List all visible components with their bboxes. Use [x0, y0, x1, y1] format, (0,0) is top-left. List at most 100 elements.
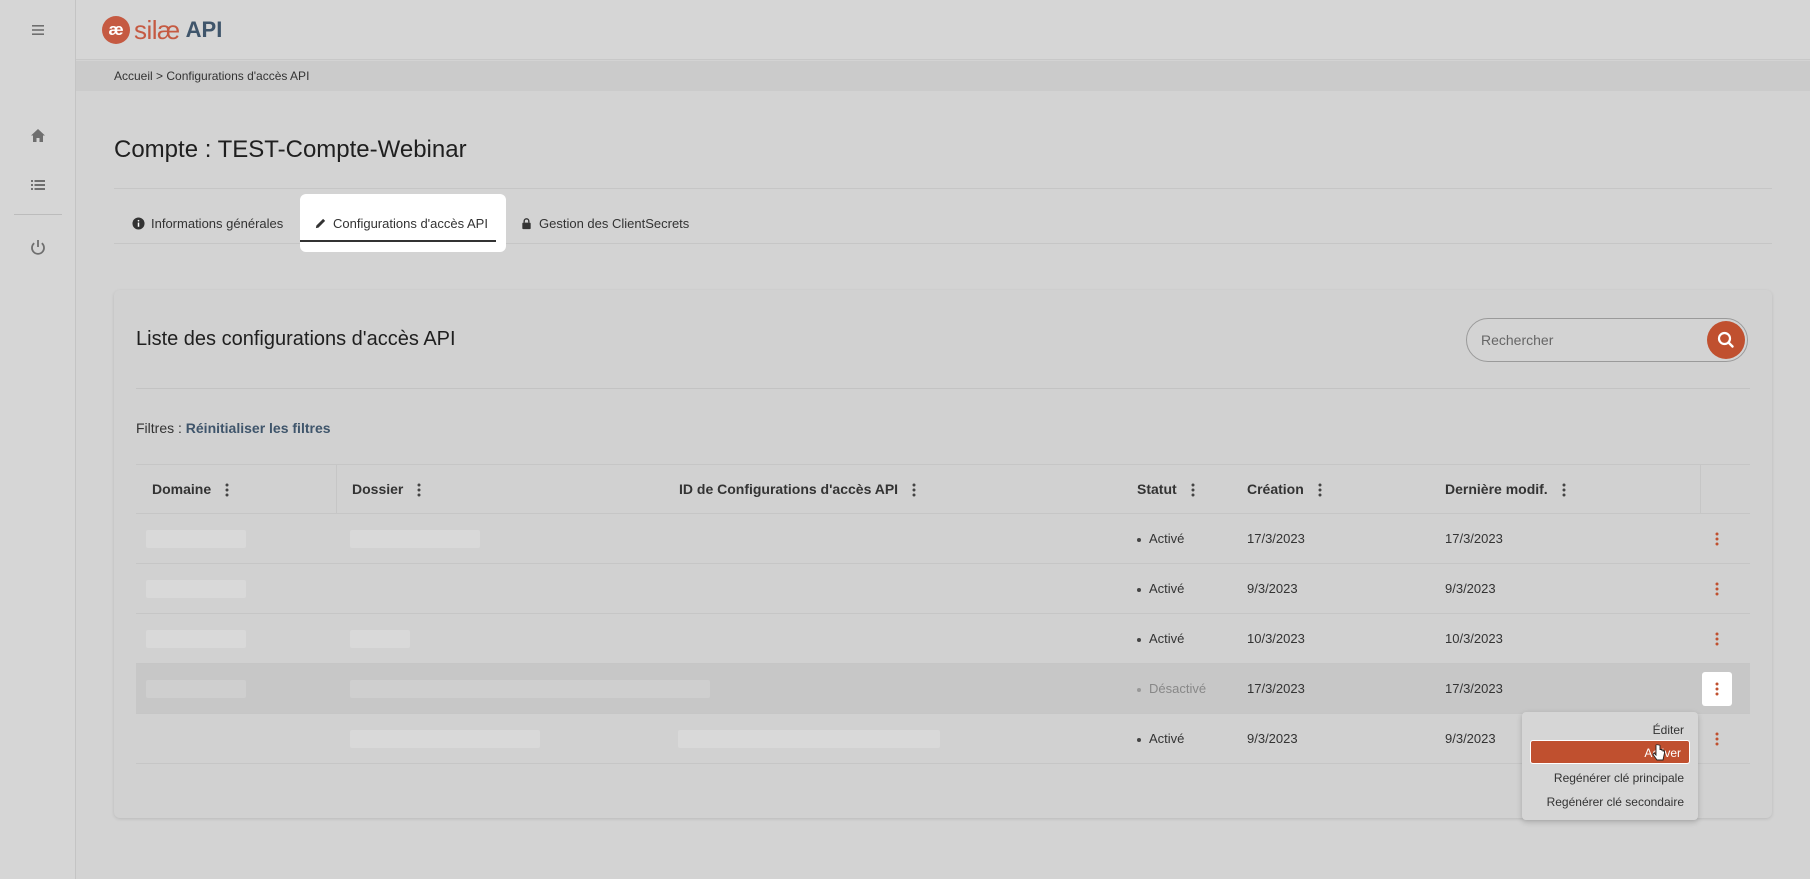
redacted-dossier — [350, 730, 540, 748]
modified-cell: 9/3/2023 — [1445, 731, 1496, 746]
kebab-icon — [1715, 732, 1719, 746]
modified-cell: 10/3/2023 — [1445, 631, 1503, 646]
lock-icon — [522, 217, 531, 229]
tab-informations-generales[interactable]: Informations générales — [118, 194, 297, 252]
status-text: Activé — [1149, 731, 1185, 746]
row-actions-button[interactable] — [1702, 622, 1732, 656]
divider — [114, 188, 1772, 189]
column-header-derniere-modif[interactable]: Dernière modif. — [1445, 465, 1566, 514]
rail-divider — [14, 214, 62, 215]
left-rail — [0, 0, 76, 879]
page-title: Compte : TEST-Compte-Webinar — [114, 136, 467, 163]
silae-api-logo[interactable]: æ silæ API — [102, 12, 222, 48]
kebab-icon — [1715, 532, 1719, 546]
status-dot — [1137, 537, 1141, 542]
column-separator — [1700, 465, 1701, 514]
row-actions-button[interactable] — [1702, 572, 1732, 606]
kebab-icon — [1715, 632, 1719, 646]
card-divider — [136, 388, 1750, 389]
top-bar: æ silæ API — [76, 0, 1810, 60]
column-separator[interactable] — [336, 465, 337, 514]
status-text: Activé — [1149, 581, 1185, 596]
redacted-domaine — [146, 580, 246, 598]
redacted-id — [678, 730, 940, 748]
created-cell: 9/3/2023 — [1247, 731, 1298, 746]
column-label: Domaine — [152, 481, 212, 497]
table-row[interactable]: Activé 10/3/2023 10/3/2023 — [136, 614, 1750, 664]
table-row[interactable]: Désactivé 17/3/2023 17/3/2023 — [136, 664, 1750, 714]
status-dot — [1137, 587, 1141, 592]
status-cell: Activé — [1137, 614, 1184, 663]
column-menu-icon[interactable] — [1562, 483, 1566, 497]
created-cell: 17/3/2023 — [1247, 531, 1305, 546]
logo-mark: æ — [102, 16, 130, 44]
column-header-creation[interactable]: Création — [1247, 465, 1322, 514]
redacted-domaine — [146, 680, 246, 698]
column-label: Dossier — [352, 481, 404, 497]
column-header-dossier[interactable]: Dossier — [352, 465, 421, 514]
mouse-cursor-icon — [1652, 744, 1665, 761]
row-actions-button[interactable] — [1702, 522, 1732, 556]
table-row[interactable]: Activé 17/3/2023 17/3/2023 — [136, 514, 1750, 564]
menu-item-activer[interactable]: Activer — [1530, 740, 1690, 764]
menu-icon[interactable] — [26, 18, 50, 42]
list-icon[interactable] — [26, 173, 50, 197]
breadcrumb-text[interactable]: Accueil > Configurations d'accès API — [114, 69, 309, 83]
modified-cell: 9/3/2023 — [1445, 581, 1496, 596]
tab-label: Informations générales — [151, 215, 284, 231]
filters-bar: Filtres : Réinitialiser les filtres — [136, 420, 331, 436]
card-title: Liste des configurations d'accès API — [136, 328, 456, 350]
logo-product: API — [185, 17, 223, 42]
status-dot — [1137, 737, 1141, 742]
power-icon[interactable] — [26, 235, 50, 259]
created-cell: 9/3/2023 — [1247, 581, 1298, 596]
row-actions-menu: Éditer Activer Regénérer clé principale … — [1522, 712, 1698, 820]
search-box — [1466, 318, 1748, 362]
search-input[interactable] — [1481, 329, 1681, 351]
tab-label: Configurations d'accès API — [333, 215, 488, 231]
logo-brand: silæ — [134, 14, 180, 45]
redacted-domaine — [146, 630, 246, 648]
info-icon — [132, 216, 145, 230]
redacted-dossier — [350, 630, 410, 648]
column-header-id[interactable]: ID de Configurations d'accès API — [679, 465, 916, 514]
status-text: Désactivé — [1149, 681, 1207, 696]
row-actions-button-open[interactable] — [1702, 672, 1732, 706]
created-cell: 17/3/2023 — [1247, 681, 1305, 696]
config-table: Domaine Dossier ID de Configurations d'a… — [136, 464, 1750, 764]
table-row[interactable]: Activé 9/3/2023 9/3/2023 — [136, 714, 1750, 764]
column-header-domaine[interactable]: Domaine — [152, 465, 229, 514]
redacted-dossier — [350, 530, 480, 548]
menu-item-regenerer-cle-secondaire[interactable]: Regénérer clé secondaire — [1524, 792, 1684, 812]
pencil-icon — [315, 218, 326, 228]
table-row[interactable]: Activé 9/3/2023 9/3/2023 — [136, 564, 1750, 614]
tab-configurations-acces-api[interactable]: Configurations d'accès API — [300, 194, 506, 252]
column-menu-icon[interactable] — [1318, 483, 1322, 497]
column-menu-icon[interactable] — [417, 483, 421, 497]
kebab-icon — [1715, 682, 1719, 696]
status-cell: Activé — [1137, 714, 1184, 763]
home-icon[interactable] — [26, 124, 50, 148]
tab-gestion-clientsecrets[interactable]: Gestion des ClientSecrets — [506, 194, 703, 252]
menu-item-regenerer-cle-principale[interactable]: Regénérer clé principale — [1524, 768, 1684, 788]
column-menu-icon[interactable] — [1191, 483, 1195, 497]
search-button[interactable] — [1707, 321, 1745, 359]
modified-cell: 17/3/2023 — [1445, 531, 1503, 546]
column-menu-icon[interactable] — [912, 483, 916, 497]
status-cell: Activé — [1137, 514, 1184, 563]
status-text: Activé — [1149, 531, 1185, 546]
reset-filters-link[interactable]: Réinitialiser les filtres — [186, 420, 331, 436]
column-menu-icon[interactable] — [225, 483, 229, 497]
column-header-statut[interactable]: Statut — [1137, 465, 1195, 514]
redacted-domaine — [146, 530, 246, 548]
filters-label: Filtres : — [136, 420, 182, 436]
column-label: Statut — [1137, 481, 1177, 497]
search-icon — [1717, 331, 1734, 348]
column-label: Création — [1247, 481, 1304, 497]
row-actions-button[interactable] — [1702, 722, 1732, 756]
menu-item-editer[interactable]: Éditer — [1524, 720, 1684, 740]
modified-cell: 17/3/2023 — [1445, 681, 1503, 696]
created-cell: 10/3/2023 — [1247, 631, 1305, 646]
status-cell: Activé — [1137, 564, 1184, 613]
active-tab-indicator — [300, 240, 496, 242]
